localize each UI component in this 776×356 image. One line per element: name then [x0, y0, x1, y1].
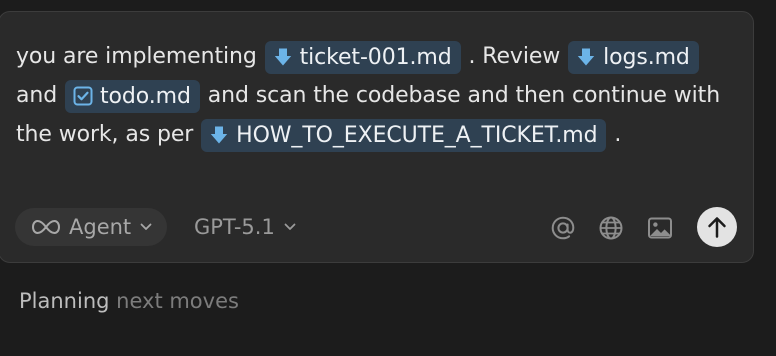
image-icon: [648, 217, 672, 239]
message-text-part: you are implementing: [16, 44, 257, 69]
file-mention-how-to-execute[interactable]: HOW_TO_EXECUTE_A_TICKET.md: [201, 118, 607, 152]
status-primary: Planning: [19, 289, 110, 313]
model-label: GPT-5.1: [194, 215, 275, 239]
globe-icon: [599, 216, 623, 240]
at-icon: [551, 216, 575, 240]
message-text[interactable]: you are implementing ticket-001.md . Rev…: [16, 37, 728, 154]
file-mention-label: todo.md: [100, 83, 191, 109]
file-mention-label: logs.md: [603, 44, 690, 70]
download-file-icon: [576, 47, 596, 67]
file-mention-todo[interactable]: todo.md: [65, 79, 200, 113]
message-text-part: .: [614, 122, 622, 147]
chevron-down-icon: [284, 223, 296, 230]
arrow-up-icon: [708, 217, 726, 238]
checkbox-file-icon: [73, 86, 93, 106]
message-text-part: . Review: [468, 44, 561, 69]
file-mention-ticket[interactable]: ticket-001.md: [264, 40, 461, 74]
web-search-button[interactable]: [598, 215, 624, 241]
agent-mode-label: Agent: [69, 215, 132, 239]
agent-mode-selector[interactable]: Agent: [15, 208, 168, 246]
agent-status: Planning next moves: [19, 289, 239, 313]
message-text-part: and: [16, 83, 58, 108]
composer-toolbar: Agent GPT-5.1: [15, 207, 737, 247]
attach-image-button[interactable]: [647, 215, 673, 241]
file-mention-logs[interactable]: logs.md: [568, 40, 699, 74]
download-file-icon: [209, 125, 229, 145]
model-selector[interactable]: GPT-5.1: [194, 207, 296, 247]
send-button[interactable]: [697, 207, 737, 247]
file-mention-label: HOW_TO_EXECUTE_A_TICKET.md: [236, 122, 598, 148]
status-secondary: next moves: [116, 289, 239, 313]
infinity-icon: [31, 219, 61, 235]
file-mention-label: ticket-001.md: [299, 44, 452, 70]
chevron-down-icon: [140, 223, 152, 230]
chat-composer[interactable]: you are implementing ticket-001.md . Rev…: [0, 11, 754, 263]
at-mention-button[interactable]: [550, 215, 576, 241]
download-file-icon: [273, 47, 293, 67]
